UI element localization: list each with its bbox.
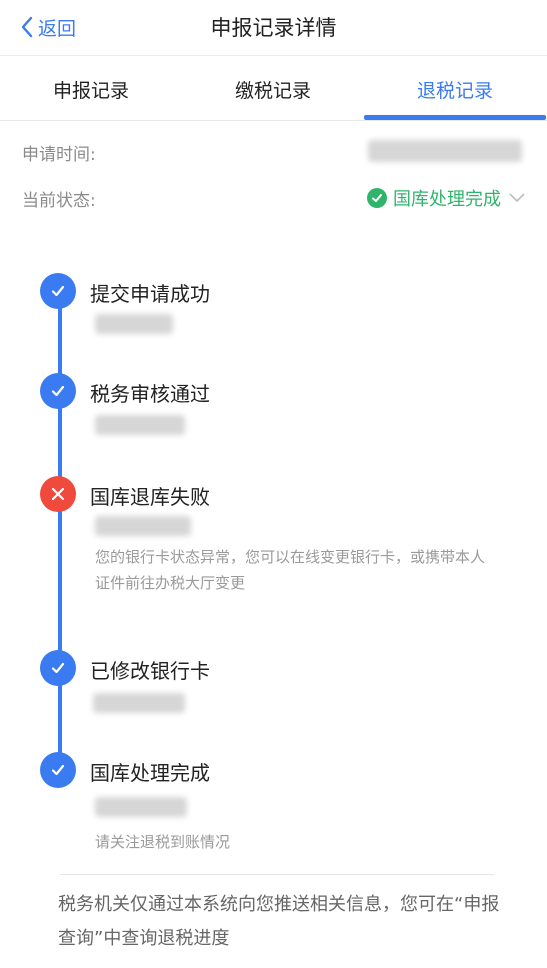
step-time-redacted [95, 797, 187, 817]
tab-payment-records[interactable]: 缴税记录 [182, 57, 364, 121]
top-bar: 返回 申报记录详情 [0, 0, 547, 56]
step-title: 国库退库失败 [90, 485, 210, 509]
current-status[interactable]: 国库处理完成 [367, 185, 525, 211]
check-circle-icon [367, 188, 387, 208]
step-time-redacted [95, 314, 173, 334]
chevron-down-icon [509, 193, 525, 203]
status-value: 国库处理完成 [393, 189, 501, 210]
step-time-redacted [95, 415, 185, 435]
step-title: 税务审核通过 [90, 382, 210, 406]
step-ok-icon [40, 752, 76, 788]
apply-time-label: 申请时间: [22, 145, 96, 165]
timeline-line [58, 290, 62, 770]
step-time-redacted [95, 516, 191, 536]
step-ok-icon [40, 373, 76, 409]
step-fail-icon [40, 476, 76, 512]
step-note: 请关注退税到账情况 [95, 833, 231, 851]
tab-bar: 申报记录 缴税记录 退税记录 [0, 57, 547, 121]
step-title: 国库处理完成 [90, 761, 210, 785]
step-time-redacted [93, 693, 185, 713]
step-ok-icon [40, 650, 76, 686]
status-label: 当前状态: [22, 191, 96, 211]
step-ok-icon [40, 273, 76, 309]
tab-refund-records[interactable]: 退税记录 [364, 57, 546, 121]
step-title: 已修改银行卡 [90, 659, 210, 683]
page-title: 申报记录详情 [210, 16, 337, 40]
apply-time-value-redacted [368, 140, 522, 162]
step-note: 您的银行卡状态异常，您可以在线变更银行卡，或携带本人证件前往办税大厅变更 [95, 548, 486, 592]
footer-notice: 税务机关仅通过本系统向您推送相关信息，您可在“申报查询”中查询退税进度 [58, 894, 500, 949]
tab-declaration-records[interactable]: 申报记录 [0, 57, 182, 121]
step-title: 提交申请成功 [90, 282, 210, 306]
active-tab-indicator [364, 115, 546, 120]
divider [60, 874, 494, 875]
